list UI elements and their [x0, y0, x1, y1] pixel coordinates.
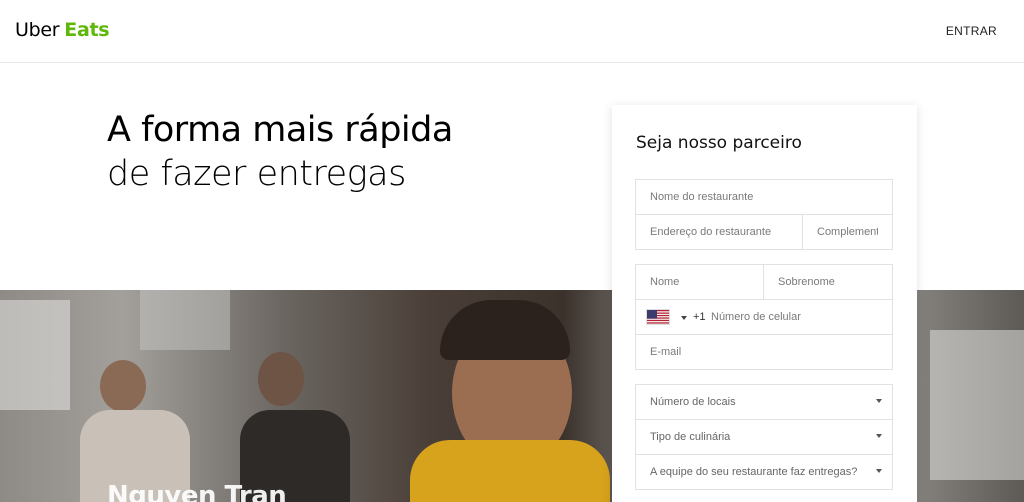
caret-down-icon: [876, 399, 882, 403]
top-nav: Uber Eats ENTRAR: [0, 0, 1024, 63]
locations-select[interactable]: Número de locais: [635, 384, 893, 420]
caret-down-icon: [876, 434, 882, 438]
restaurant-name-input[interactable]: [636, 180, 892, 214]
restaurant-address-input[interactable]: [636, 215, 802, 249]
locations-select-value: Número de locais: [650, 396, 736, 408]
last-name-input[interactable]: [764, 265, 892, 299]
form-title: Seja nosso parceiro: [636, 133, 802, 153]
phone-input[interactable]: [710, 300, 892, 334]
delivery-select[interactable]: A equipe do seu restaurante faz entregas…: [635, 454, 893, 490]
country-dropdown-caret-icon[interactable]: [681, 316, 687, 320]
phone-country-code: +1: [693, 311, 706, 323]
email-input[interactable]: [636, 335, 892, 369]
hero-title: A forma mais rápida de fazer entregas: [107, 108, 453, 196]
complement-field[interactable]: [802, 214, 893, 250]
logo-uber-text: Uber: [15, 19, 60, 41]
last-name-field[interactable]: [763, 264, 893, 300]
delivery-select-value: A equipe do seu restaurante faz entregas…: [650, 466, 858, 478]
hero-title-line1: A forma mais rápida: [107, 110, 453, 150]
caret-down-icon: [876, 469, 882, 473]
phone-field[interactable]: +1: [635, 299, 893, 335]
first-name-field[interactable]: [635, 264, 764, 300]
complement-input[interactable]: [803, 215, 892, 249]
restaurant-address-field[interactable]: [635, 214, 803, 250]
hero-title-line2: de fazer entregas: [107, 154, 406, 194]
logo-eats-text: Eats: [64, 19, 110, 41]
photo-caption: Nguyen Tran: [107, 481, 287, 502]
cuisine-select-value: Tipo de culinária: [650, 431, 731, 443]
cuisine-select[interactable]: Tipo de culinária: [635, 419, 893, 455]
us-flag-icon[interactable]: [646, 309, 670, 325]
partner-signup-form: Seja nosso parceiro +1: [612, 105, 917, 502]
email-field[interactable]: [635, 334, 893, 370]
signin-link[interactable]: ENTRAR: [946, 24, 997, 38]
uber-eats-logo[interactable]: Uber Eats: [15, 19, 110, 41]
restaurant-name-field[interactable]: [635, 179, 893, 215]
first-name-input[interactable]: [636, 265, 763, 299]
